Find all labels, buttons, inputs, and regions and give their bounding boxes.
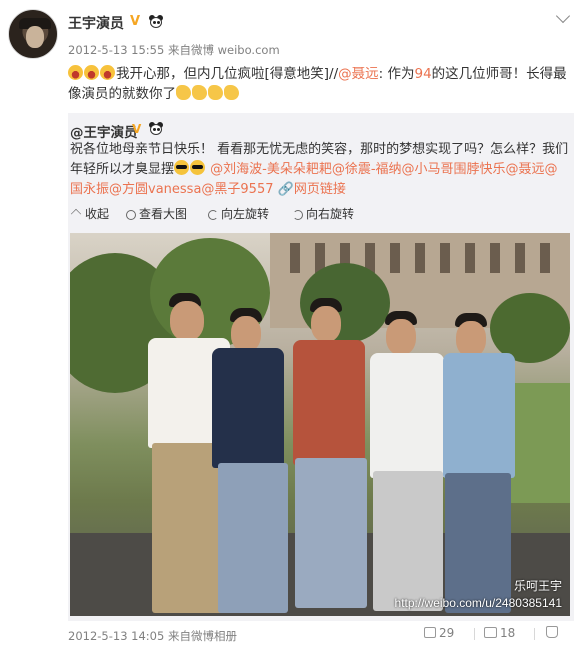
watermark-url: http://weibo.com/u/2480385141 (394, 596, 562, 610)
rotate-left-icon (208, 210, 218, 220)
thumbs-up-icon (546, 626, 558, 638)
avatar[interactable] (8, 9, 58, 59)
repost-actions: 29 18 (424, 626, 574, 642)
laugh-emoji-icon (100, 65, 115, 80)
chevron-down-icon[interactable] (555, 8, 571, 24)
laugh-emoji-icon (68, 65, 83, 80)
post-source: 来自微博 weibo.com (167, 43, 280, 57)
sunglasses-emoji-icon (174, 160, 190, 175)
rotate-left-button[interactable]: 向左旋转 (208, 205, 269, 222)
post-meta: 2012-5-13 15:55 来自微博 weibo.com (68, 42, 280, 58)
share-icon (424, 627, 436, 638)
clap-emoji-icon (224, 85, 239, 100)
mention-link[interactable]: @聂远 (338, 66, 379, 82)
comment-icon (484, 627, 497, 638)
panda-icon (148, 122, 164, 136)
post-text-body: 我开心那，但内几位疯啦[得意地笑]// (116, 66, 339, 82)
highlight-number: 94 (414, 66, 432, 82)
post-photo[interactable]: 乐呵王宇 http://weibo.com/u/2480385141 (70, 233, 570, 616)
repost-timestamp[interactable]: 2012-5-13 14:05 (68, 629, 164, 643)
verified-icon: V (132, 122, 142, 136)
author-name[interactable]: 王宇演员 (68, 13, 124, 33)
repost-text: 祝各位地母亲节日快乐！ 看看那无忧无虑的笑容，那时的梦想实现了吗？怎么样？我们年… (70, 140, 570, 200)
repost-meta: 2012-5-13 14:05 来自微博相册 (68, 628, 237, 644)
verified-icon: V (130, 14, 141, 29)
rotate-right-icon (293, 210, 303, 220)
sunglasses-emoji-icon (190, 160, 206, 175)
rotate-right-button[interactable]: 向右旋转 (293, 205, 354, 222)
laugh-emoji-icon (84, 65, 99, 80)
clap-emoji-icon (176, 85, 191, 100)
repost-author[interactable]: @王宇演员 (70, 121, 138, 141)
repost-box: @王宇演员 V 祝各位地母亲节日快乐！ 看看那无忧无虑的笑容，那时的梦想实现了吗… (68, 113, 574, 621)
comment-button[interactable]: 18 (484, 626, 515, 640)
clap-emoji-icon (208, 85, 223, 100)
avatar-face (26, 26, 44, 48)
link-icon: 🔗 (277, 182, 294, 197)
photo-watermark: 乐呵王宇 http://weibo.com/u/2480385141 (395, 578, 562, 612)
clap-emoji-icon (192, 85, 207, 100)
repost-button[interactable]: 29 (424, 626, 454, 640)
watermark-name: 乐呵王宇 (513, 579, 562, 593)
panda-icon (148, 15, 164, 29)
repost-source: 来自微博相册 (167, 629, 237, 643)
view-large-button[interactable]: 查看大图 (126, 205, 187, 222)
post-text: 我开心那，但内几位疯啦[得意地笑]//@聂远: 作为94的这几位师哥！长得最像演… (68, 64, 573, 104)
post-timestamp[interactable]: 2012-5-13 15:55 (68, 43, 164, 57)
post-text-mid: : 作为 (378, 66, 415, 82)
magnifier-icon (126, 210, 136, 220)
web-link[interactable]: 网页链接 (294, 182, 346, 197)
collapse-button[interactable]: 收起 (70, 205, 109, 222)
collapse-icon (70, 208, 82, 220)
like-button[interactable] (546, 626, 558, 640)
